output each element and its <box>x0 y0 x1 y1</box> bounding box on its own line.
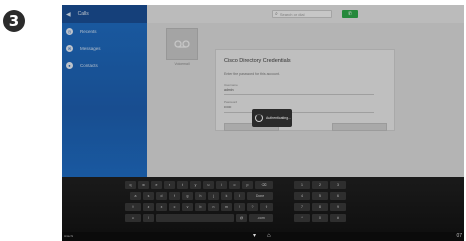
done-key[interactable]: Done <box>247 192 273 200</box>
key[interactable]: l <box>234 192 245 200</box>
numpad-key[interactable]: # <box>330 214 346 222</box>
on-screen-keyboard: q w e r t y u i o p ⌫ a s d f g h j k l … <box>62 177 464 232</box>
device-brand-label: Hitachi <box>64 234 74 238</box>
shift-key[interactable]: ⇧ <box>260 203 273 211</box>
numpad-key[interactable]: 8 <box>312 203 328 211</box>
dotcom-key[interactable]: .com <box>249 214 273 222</box>
key[interactable]: n <box>208 203 219 211</box>
home-icon[interactable]: ⌂ <box>267 233 271 240</box>
key[interactable]: s <box>143 192 154 200</box>
key[interactable]: p <box>242 181 253 189</box>
numpad-key[interactable]: 7 <box>294 203 310 211</box>
key[interactable]: a <box>130 192 141 200</box>
key[interactable]: k <box>221 192 232 200</box>
key[interactable]: x <box>156 203 167 211</box>
back-nav-icon[interactable]: ▾ <box>253 233 256 240</box>
key[interactable]: ? <box>247 203 258 211</box>
spinner-icon <box>255 114 263 122</box>
numpad-key[interactable]: 3 <box>330 181 346 189</box>
numpad-key[interactable]: 0 <box>312 214 328 222</box>
key[interactable]: v <box>182 203 193 211</box>
emoji-key[interactable]: ☺ <box>125 214 141 222</box>
key[interactable]: z <box>143 203 154 211</box>
key[interactable]: ! <box>234 203 245 211</box>
numpad-key[interactable]: 6 <box>330 192 346 200</box>
loading-overlay: Authenticating... <box>252 109 292 127</box>
key[interactable]: q <box>125 181 136 189</box>
key[interactable]: e <box>151 181 162 189</box>
key[interactable]: h <box>195 192 206 200</box>
status-clock: 07 <box>456 233 462 239</box>
key[interactable]: y <box>190 181 201 189</box>
app-screen: ◀ Calls ◷ Recents ✉ Messages ● Contacts … <box>62 5 464 177</box>
numpad-key[interactable]: 2 <box>312 181 328 189</box>
numpad-key[interactable]: 4 <box>294 192 310 200</box>
key[interactable]: g <box>182 192 193 200</box>
step-number-badge: 3 <box>3 10 25 32</box>
key[interactable]: o <box>229 181 240 189</box>
key[interactable]: b <box>195 203 206 211</box>
numpad-key[interactable]: 9 <box>330 203 346 211</box>
key[interactable]: @ <box>236 214 247 222</box>
device-screen: ◀ Calls ◷ Recents ✉ Messages ● Contacts … <box>62 5 464 241</box>
space-key[interactable] <box>156 214 234 222</box>
key[interactable]: i <box>216 181 227 189</box>
key[interactable]: r <box>164 181 175 189</box>
key[interactable]: m <box>221 203 232 211</box>
numpad-key[interactable]: 1 <box>294 181 310 189</box>
key[interactable]: f <box>169 192 180 200</box>
key[interactable]: / <box>143 214 154 222</box>
key[interactable]: t <box>177 181 188 189</box>
key[interactable]: w <box>138 181 149 189</box>
key[interactable]: u <box>203 181 214 189</box>
shift-key[interactable]: ⇧ <box>125 203 141 211</box>
key[interactable]: d <box>156 192 167 200</box>
backspace-key[interactable]: ⌫ <box>255 181 273 189</box>
dim-overlay <box>62 5 464 177</box>
system-navbar: Hitachi ▾ ⌂ 07 <box>62 232 464 241</box>
key[interactable]: c <box>169 203 180 211</box>
numpad-key[interactable]: * <box>294 214 310 222</box>
numpad-key[interactable]: 5 <box>312 192 328 200</box>
key[interactable]: j <box>208 192 219 200</box>
loading-text: Authenticating... <box>266 116 292 120</box>
